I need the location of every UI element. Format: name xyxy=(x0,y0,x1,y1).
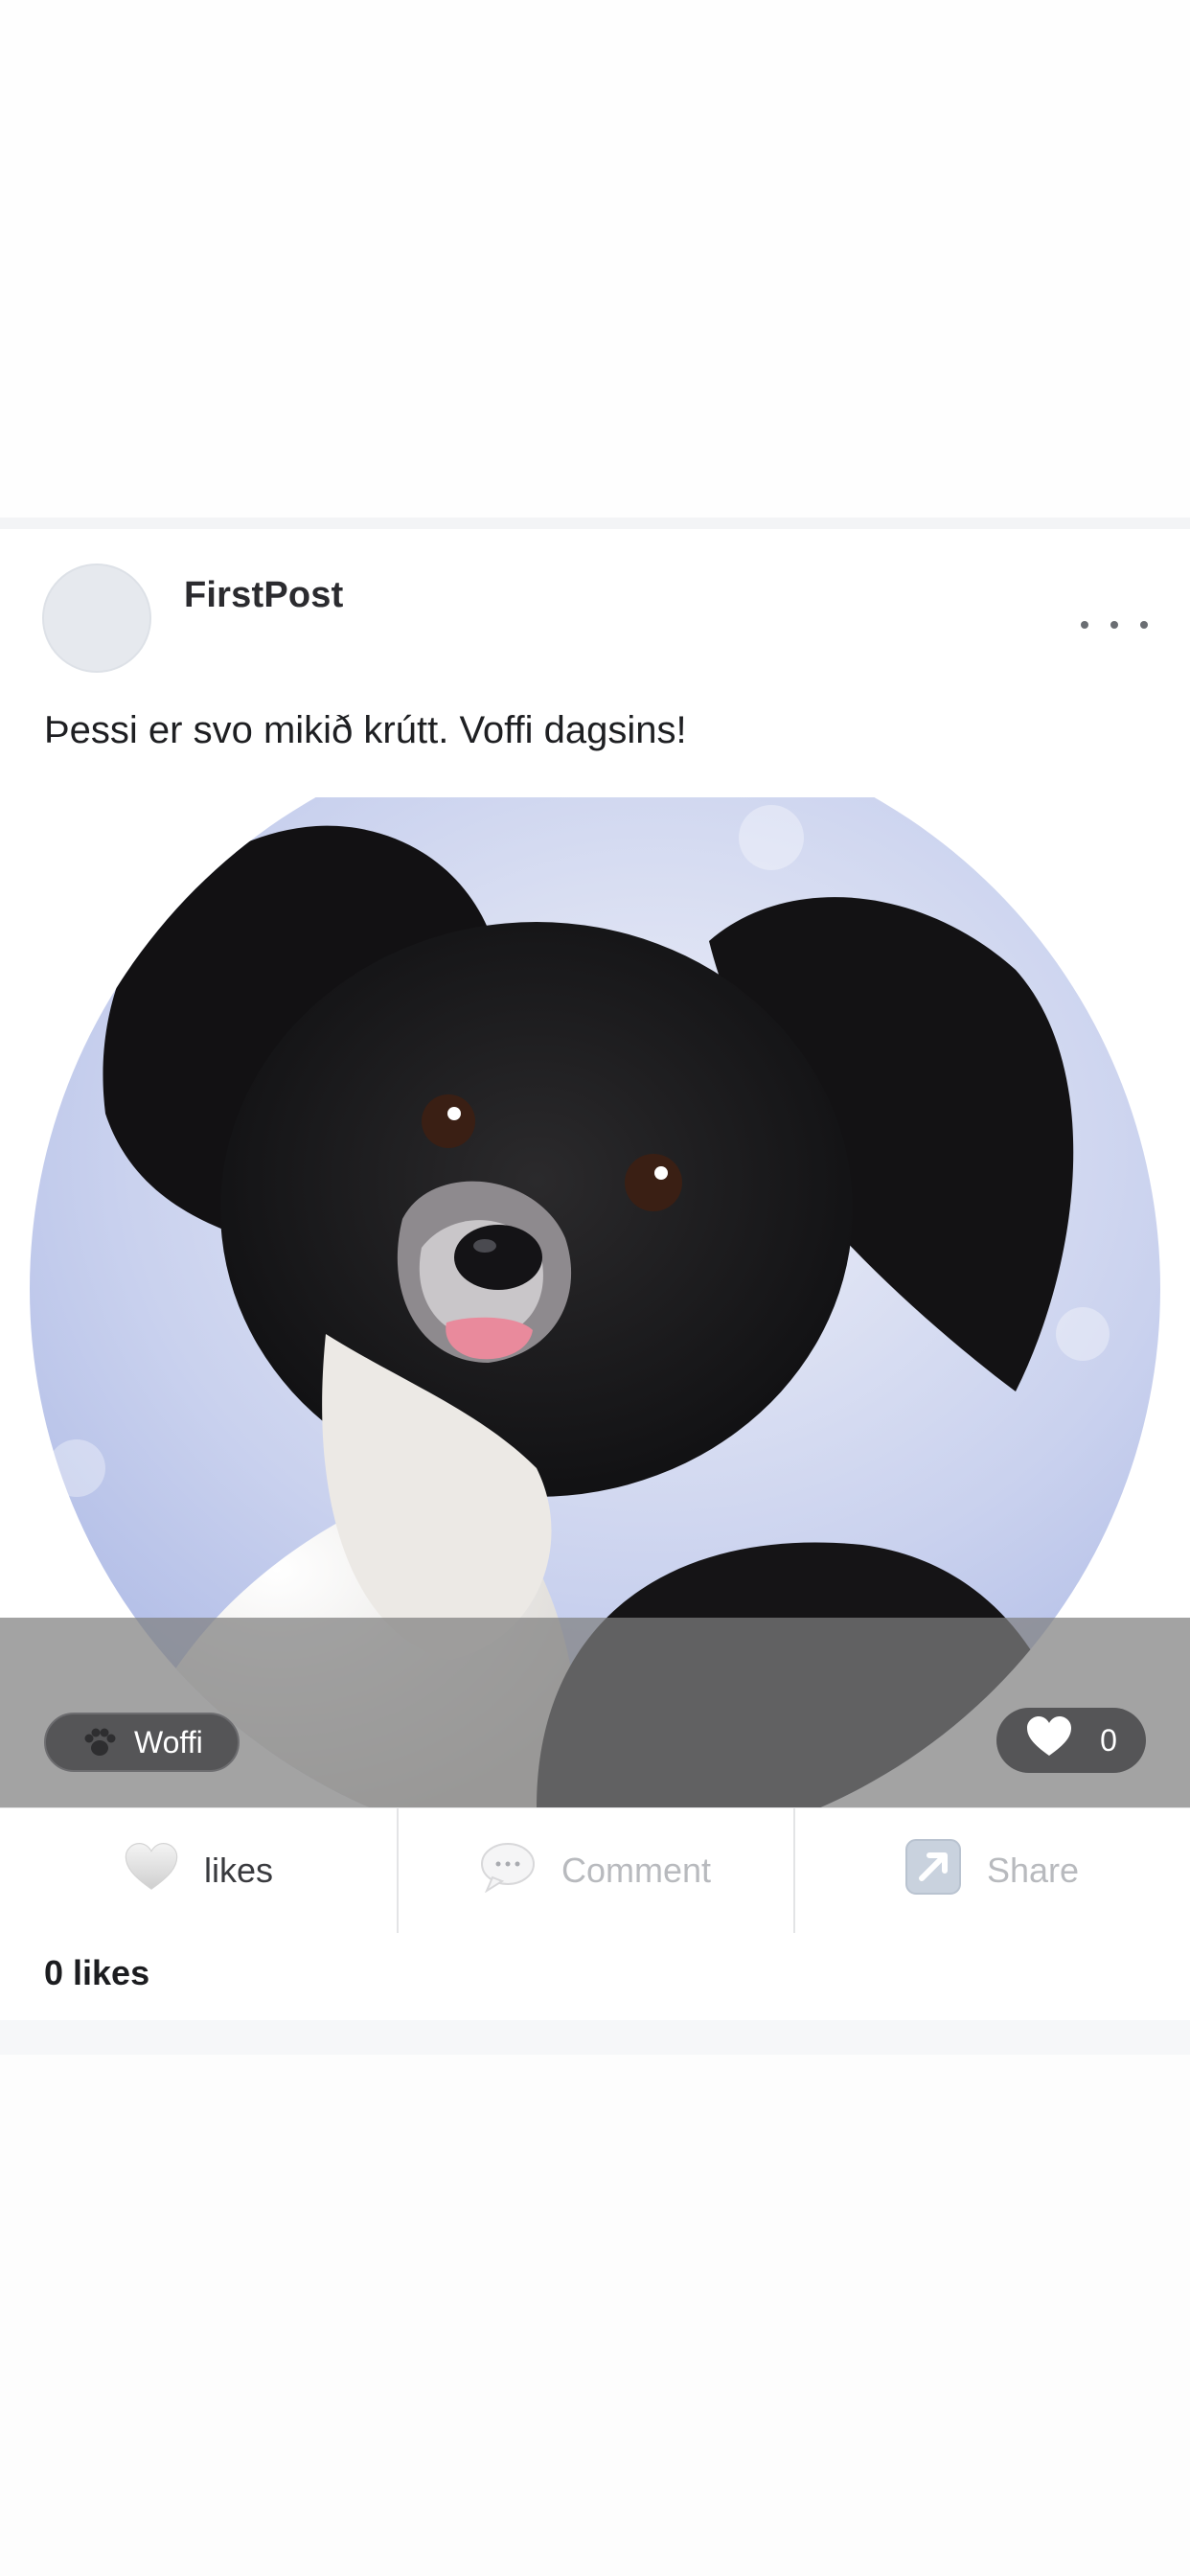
post-caption: Þessi er svo mikið krútt. Voffi dagsins! xyxy=(44,709,687,751)
share-button-label: Share xyxy=(986,1851,1080,1890)
like-badge[interactable]: 0 xyxy=(996,1708,1146,1773)
avatar[interactable] xyxy=(42,564,151,673)
post-card: FirstPost Þessi er svo mikið krútt. Voff… xyxy=(0,529,1190,2020)
like-button[interactable]: likes xyxy=(0,1808,397,1933)
heart-icon xyxy=(1025,1715,1073,1765)
tag-chip[interactable]: Woffi xyxy=(44,1713,240,1772)
more-options-icon[interactable] xyxy=(1081,606,1148,644)
like-button-label: likes xyxy=(203,1851,274,1890)
comment-button-label: Comment xyxy=(561,1851,712,1890)
feed-divider xyxy=(0,2020,1190,2055)
post-author[interactable]: FirstPost xyxy=(184,575,344,616)
speech-bubble-icon xyxy=(479,1841,537,1901)
share-button[interactable]: Share xyxy=(793,1808,1190,1933)
tag-label: Woffi xyxy=(134,1724,203,1760)
likes-summary[interactable]: 0 likes xyxy=(44,1953,149,1993)
heart-icon xyxy=(124,1842,179,1900)
app-screen: FirstPost Þessi er svo mikið krútt. Voff… xyxy=(0,0,1190,2576)
paw-icon xyxy=(80,1725,119,1760)
like-badge-count: 0 xyxy=(1100,1722,1117,1758)
post-action-bar: likes Comment Share xyxy=(0,1807,1190,1933)
comment-button[interactable]: Comment xyxy=(397,1808,793,1933)
feed-divider xyxy=(0,518,1190,529)
top-blank-area xyxy=(0,0,1190,518)
share-arrow-icon xyxy=(904,1838,962,1904)
